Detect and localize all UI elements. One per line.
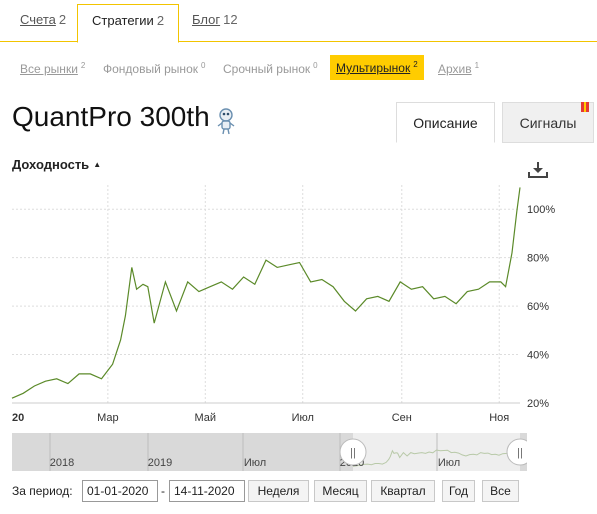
tab-strategies-label: Стратегии xyxy=(92,13,154,28)
quarter-button[interactable]: Квартал xyxy=(371,480,435,502)
subtab-all-markets-count: 2 xyxy=(80,61,86,70)
y-tick-label: 20% xyxy=(527,398,549,410)
subtab-stock-market-count: 0 xyxy=(201,61,206,70)
tab-signals[interactable]: Сигналы xyxy=(502,102,594,143)
year-button[interactable]: Год xyxy=(442,480,475,502)
tab-strategies-count: 2 xyxy=(156,13,165,28)
period-label: За период: xyxy=(12,484,73,498)
subtab-futures-market-count: 0 xyxy=(313,61,318,70)
subtab-stock-market-label: Фондовый рынок xyxy=(103,62,198,76)
subtab-stock-market[interactable]: Фондовый рынок 0 xyxy=(103,61,205,76)
navigator-label: 2019 xyxy=(148,457,172,469)
chart-title[interactable]: Доходность ▲ xyxy=(12,157,101,172)
date-separator: - xyxy=(161,484,165,498)
chart-x-ticks: 20 Мар Май Июл Сен Ноя xyxy=(12,412,509,424)
subtab-archive-count: 1 xyxy=(474,61,480,70)
x-tick-label: 20 xyxy=(12,412,24,424)
tab-accounts-count: 2 xyxy=(58,12,67,27)
chart-y-ticks: 20% 40% 60% 80% 100% xyxy=(527,204,555,410)
x-tick-label: Май xyxy=(195,412,217,424)
date-to-input[interactable] xyxy=(169,480,245,502)
x-tick-label: Мар xyxy=(97,412,119,424)
download-icon[interactable] xyxy=(527,160,549,180)
subtab-all-markets-label: Все рынки xyxy=(20,62,78,76)
y-tick-label: 40% xyxy=(527,350,549,362)
strategy-title: QuantPro 300th xyxy=(12,101,210,132)
x-tick-label: Сен xyxy=(392,412,412,424)
chart-grid xyxy=(12,185,520,404)
tab-description-label: Описание xyxy=(413,115,478,131)
top-tabs: Счета 2 Стратегии 2 Блог 12 xyxy=(0,0,597,43)
navigator-handle-left-grip: || xyxy=(350,447,356,459)
subtab-all-markets[interactable]: Все рынки 2 xyxy=(20,61,85,76)
navigator-handle-left[interactable]: || xyxy=(339,438,367,466)
tab-blog-count: 12 xyxy=(223,12,238,27)
subtab-multimarket-label: Мультирынок xyxy=(336,61,411,75)
navigator-label: 2018 xyxy=(50,457,74,469)
tab-strategies[interactable]: Стратегии 2 xyxy=(77,4,180,43)
tab-accounts[interactable]: Счета 2 xyxy=(20,12,66,27)
date-from-input[interactable] xyxy=(82,480,158,502)
y-tick-label: 100% xyxy=(527,204,555,216)
y-tick-label: 80% xyxy=(527,253,549,265)
robot-icon xyxy=(217,108,235,135)
navigator-label: Июл xyxy=(244,457,266,469)
tab-signals-label: Сигналы xyxy=(519,115,577,131)
series-line xyxy=(11,187,521,399)
x-tick-label: Ноя xyxy=(489,412,509,424)
chart-title-label: Доходность xyxy=(12,157,90,172)
week-button[interactable]: Неделя xyxy=(248,480,309,502)
month-button[interactable]: Месяц xyxy=(314,480,367,502)
tab-blog[interactable]: Блог 12 xyxy=(192,12,238,27)
y-tick-label: 60% xyxy=(527,301,549,313)
subtab-multimarket[interactable]: Мультирынок 2 xyxy=(330,55,424,80)
tab-blog-label: Блог xyxy=(192,12,221,27)
tab-description[interactable]: Описание xyxy=(396,102,495,143)
subtab-archive-label: Архив xyxy=(438,62,472,76)
all-button[interactable]: Все xyxy=(482,480,519,502)
subtab-futures-market[interactable]: Срочный рынок 0 xyxy=(223,61,318,76)
subtab-archive[interactable]: Архив 1 xyxy=(438,61,479,76)
subtab-futures-market-label: Срочный рынок xyxy=(223,62,311,76)
navigator-label: Июл xyxy=(438,457,460,469)
tab-accounts-label: Счета xyxy=(20,12,56,27)
range-navigator[interactable]: 20182019Июл2020Июл || || xyxy=(12,433,527,471)
returns-chart: 20 Мар Май Июл Сен Ноя 20% 40% 60% 80% 100% xyxy=(11,185,555,424)
flag-icon xyxy=(581,102,589,112)
subtab-multimarket-count: 2 xyxy=(413,60,418,69)
navigator-handle-right-grip: || xyxy=(517,447,523,459)
sort-ascending-icon: ▲ xyxy=(93,160,102,169)
x-tick-label: Июл xyxy=(292,412,314,424)
